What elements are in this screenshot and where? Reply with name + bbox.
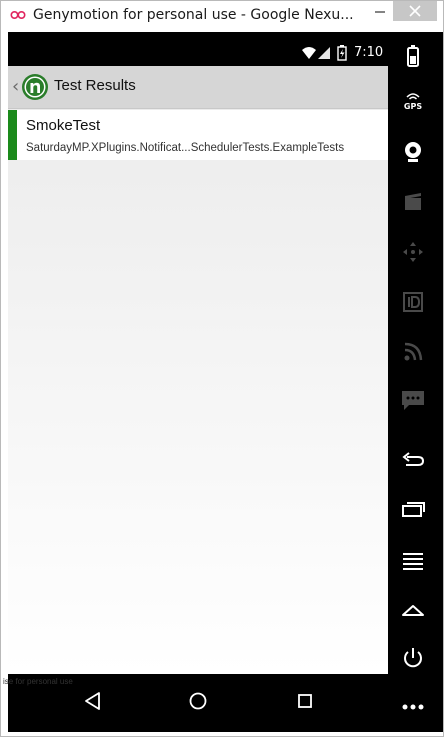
genymotion-logo-icon [10,10,26,20]
test-name: SmokeTest [26,117,101,134]
up-chevron-icon[interactable]: ‹ [12,76,19,97]
page-title: Test Results [54,77,136,94]
test-result-row[interactable]: SmokeTest SaturdayMP.XPlugins.Notificat.… [8,110,388,160]
menu-icon[interactable] [398,545,428,575]
gps-label: GPS [403,102,423,111]
sms-icon[interactable] [398,385,428,415]
action-bar: ‹ Test Results [8,66,388,109]
test-path: SaturdayMP.XPlugins.Notificat...Schedule… [26,142,345,154]
home-icon[interactable] [398,595,428,625]
gps-icon[interactable]: GPS [398,90,428,120]
title-bar: Genymotion for personal use - Google Nex… [1,1,443,31]
nunit-logo-icon[interactable] [21,73,49,101]
dpad-icon[interactable] [398,237,428,267]
device-screen: 7:10 ‹ Test Results SmokeTest SaturdayMP… [8,32,388,732]
more-icon[interactable] [398,692,428,722]
id-icon[interactable] [398,287,428,317]
genymotion-window: Genymotion for personal use - Google Nex… [0,0,444,737]
watermark: ise for personal use [3,677,73,686]
results-list: SmokeTest SaturdayMP.XPlugins.Notificat.… [8,109,388,674]
wifi-icon [302,47,316,59]
power-icon[interactable] [398,643,428,673]
recents-square-icon[interactable] [290,686,320,716]
recent-apps-icon[interactable] [398,495,428,525]
battery-charging-icon [337,45,347,61]
status-time: 7:10 [354,45,384,60]
home-circle-icon[interactable] [183,686,213,716]
battery-icon[interactable] [398,42,428,72]
genymotion-toolbar: GPS [388,32,443,732]
status-indicator [8,110,17,160]
back-icon[interactable] [398,445,428,475]
webcam-icon[interactable] [398,137,428,167]
back-triangle-icon[interactable] [77,686,107,716]
status-bar: 7:10 [8,39,388,66]
status-icons [302,45,347,61]
minimize-button[interactable] [372,1,388,23]
close-button[interactable] [393,1,437,21]
video-icon[interactable] [398,187,428,217]
signal-icon [318,47,330,59]
window-title: Genymotion for personal use - Google Nex… [33,7,354,23]
rss-icon[interactable] [398,337,428,367]
